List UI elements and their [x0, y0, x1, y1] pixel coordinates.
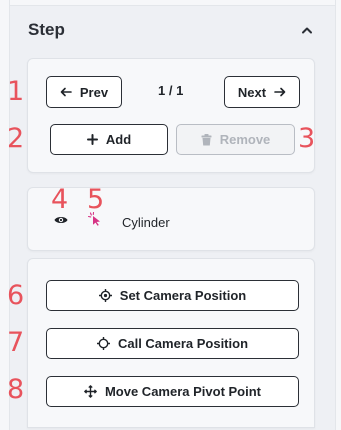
panel-title: Step [28, 20, 65, 39]
marker-8: 8 [7, 374, 25, 405]
trash-icon [201, 133, 212, 146]
call-camera-position-label: Call Camera Position [117, 336, 249, 351]
next-button[interactable]: Next [224, 76, 300, 108]
page-indicator: 1 / 1 [158, 83, 184, 98]
camera-card: Set Camera Position Call Camera Position… [27, 258, 315, 428]
eye-icon[interactable] [54, 215, 68, 225]
set-camera-position-button[interactable]: Set Camera Position [46, 280, 299, 311]
marker-3: 3 [298, 123, 316, 154]
call-camera-position-button[interactable]: Call Camera Position [46, 328, 299, 359]
marker-6: 6 [7, 280, 25, 311]
add-label: Add [105, 132, 132, 147]
arrow-right-icon [274, 87, 286, 97]
move-camera-pivot-label: Move Camera Pivot Point [104, 384, 262, 399]
arrow-left-icon [60, 87, 72, 97]
crosshair-icon [98, 289, 112, 302]
marker-5: 5 [87, 184, 105, 215]
step-panel-header[interactable]: Step [10, 7, 335, 53]
top-edge [10, 0, 335, 6]
marker-1: 1 [7, 76, 25, 107]
marker-2: 2 [7, 123, 25, 154]
marker-7: 7 [7, 327, 25, 358]
next-label: Next [237, 84, 267, 100]
set-camera-position-label: Set Camera Position [119, 288, 247, 303]
right-edge [335, 0, 341, 430]
remove-label: Remove [219, 132, 271, 147]
step-controls-card: Prev 1 / 1 Next Add Remove [27, 58, 315, 173]
plus-icon [86, 134, 98, 145]
prev-label: Prev [79, 84, 109, 100]
remove-button[interactable]: Remove [176, 124, 295, 155]
chevron-up-icon[interactable] [299, 22, 315, 38]
move-camera-pivot-button[interactable]: Move Camera Pivot Point [46, 376, 299, 407]
move-arrows-icon [84, 385, 97, 398]
add-button[interactable]: Add [50, 124, 168, 155]
marker-4: 4 [51, 184, 69, 215]
object-card: Cylinder [27, 187, 315, 251]
left-edge [0, 0, 10, 430]
prev-button[interactable]: Prev [46, 76, 122, 108]
object-name: Cylinder [122, 215, 170, 230]
target-icon [96, 337, 110, 350]
